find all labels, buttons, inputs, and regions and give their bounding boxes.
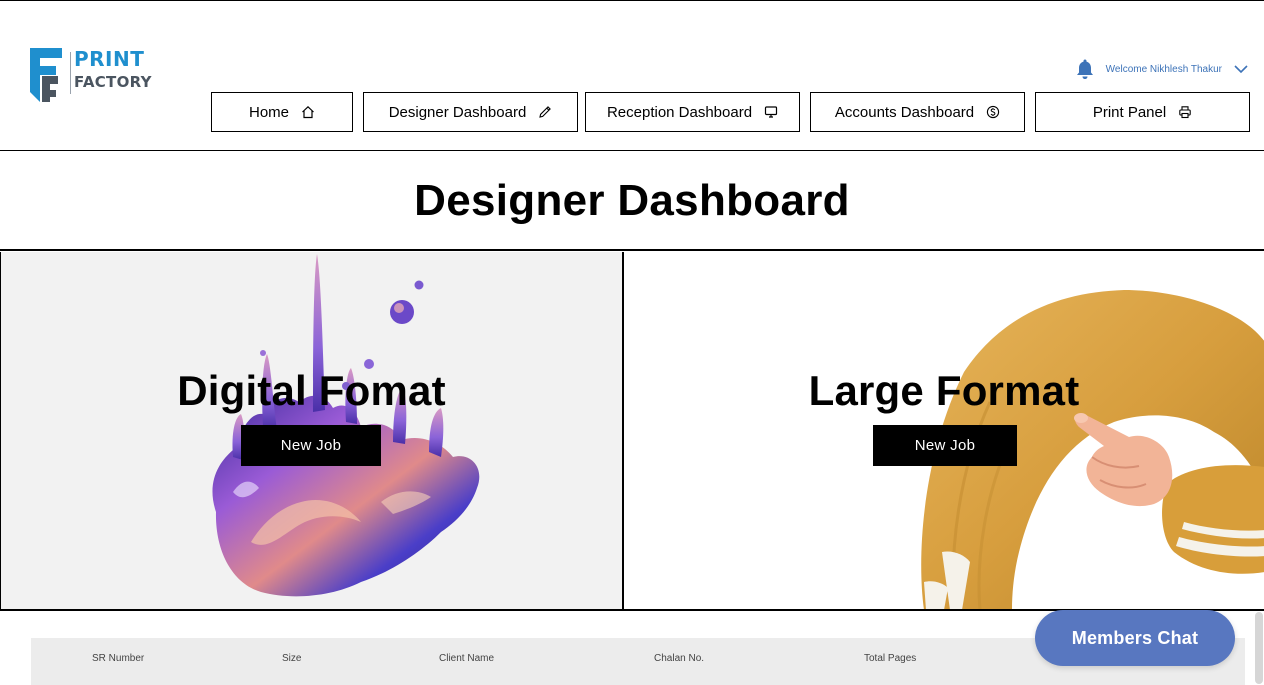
nav-designer-dashboard[interactable]: Designer Dashboard	[363, 92, 578, 132]
chevron-down-icon[interactable]	[1234, 64, 1248, 74]
large-format-heading: Large Format	[808, 367, 1080, 414]
print-factory-logo[interactable]: PRINT FACTORY	[28, 46, 152, 104]
digital-new-job-button[interactable]: New Job	[241, 425, 381, 466]
column-header-sr-number[interactable]: SR Number	[92, 653, 144, 664]
nav-accounts-dashboard-label: Accounts Dashboard	[834, 103, 975, 121]
large-new-job-button[interactable]: New Job	[873, 425, 1017, 466]
user-bar: Welcome Nikhlesh Thakur	[1076, 58, 1248, 80]
column-header-total-pages[interactable]: Total Pages	[864, 653, 916, 664]
page-title: Designer Dashboard	[414, 176, 850, 225]
printer-icon	[1179, 106, 1191, 119]
top-border	[0, 0, 1264, 1]
nav-home[interactable]: Home	[211, 92, 353, 132]
title-band: Designer Dashboard	[0, 150, 1264, 251]
column-header-size[interactable]: Size	[282, 653, 301, 664]
nav-accounts-dashboard[interactable]: Accounts Dashboard	[810, 92, 1025, 132]
monitor-icon	[764, 106, 778, 118]
nav-reception-dashboard-label: Reception Dashboard	[606, 103, 753, 121]
nav-print-panel-label: Print Panel	[1092, 103, 1167, 121]
logo-mark-icon	[30, 48, 62, 102]
logo-text-factory: FACTORY	[74, 73, 152, 91]
bell-icon[interactable]	[1076, 58, 1094, 80]
nav-home-label: Home	[248, 103, 289, 121]
dollar-coin-icon	[986, 105, 1000, 119]
large-format-panel: Large Format New Job	[623, 252, 1264, 610]
welcome-text: Welcome Nikhlesh Thakur	[1105, 63, 1222, 75]
column-header-chalan-no[interactable]: Chalan No.	[654, 653, 704, 664]
nav-reception-dashboard[interactable]: Reception Dashboard	[585, 92, 800, 132]
digital-format-heading: Digital Fomat	[177, 367, 446, 414]
nav-print-panel[interactable]: Print Panel	[1035, 92, 1250, 132]
logo-text-print: PRINT	[74, 47, 145, 71]
members-chat-button[interactable]: Members Chat	[1035, 610, 1235, 666]
logo-separator	[70, 52, 71, 94]
column-header-client-name[interactable]: Client Name	[439, 653, 494, 664]
page-scrollbar[interactable]	[1255, 612, 1263, 684]
nav-designer-dashboard-label: Designer Dashboard	[388, 103, 527, 121]
home-icon	[302, 105, 314, 119]
pencil-icon	[539, 106, 552, 118]
digital-format-panel: Digital Fomat New Job	[0, 252, 623, 610]
